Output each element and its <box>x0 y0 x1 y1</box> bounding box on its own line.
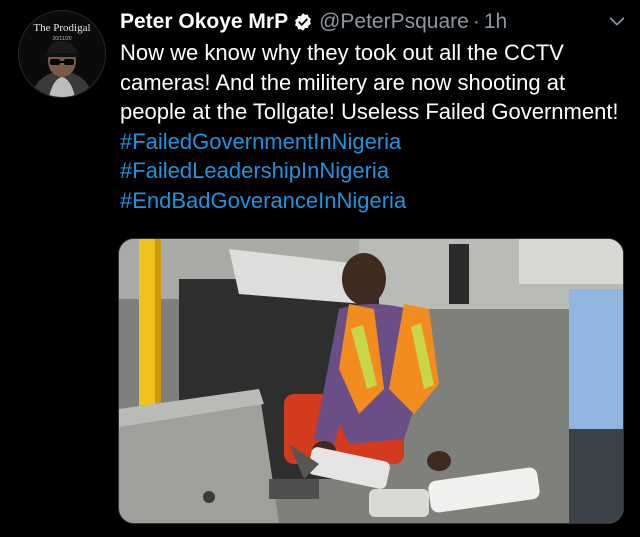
display-name[interactable]: Peter Okoye MrP <box>120 10 288 34</box>
timestamp[interactable]: 1h <box>484 10 507 34</box>
separator-dot: · <box>472 10 480 33</box>
hashtag-link[interactable]: #EndBadGoveranceInNigeria <box>120 188 406 213</box>
verified-badge-icon <box>295 13 311 31</box>
handle[interactable]: @PeterPsquare <box>319 10 469 34</box>
photo-scene <box>119 239 623 523</box>
avatar-date: 20/11/20 <box>52 36 72 42</box>
tweet-body: Now we know why they took out all the CC… <box>120 40 619 124</box>
chevron-down-icon[interactable] <box>606 10 628 32</box>
avatar[interactable]: The Prodigal 20/11/20 <box>18 10 106 98</box>
hashtag-link[interactable]: #FailedLeadershipInNigeria <box>120 158 389 183</box>
avatar-label: The Prodigal <box>33 22 91 34</box>
tweet-media-photo[interactable] <box>118 238 624 524</box>
hashtag-link[interactable]: #FailedGovernmentInNigeria <box>120 129 401 154</box>
tweet-text: Now we know why they took out all the CC… <box>120 38 625 215</box>
tweet-header: Peter Okoye MrP @PeterPsquare · 1h <box>120 8 628 36</box>
